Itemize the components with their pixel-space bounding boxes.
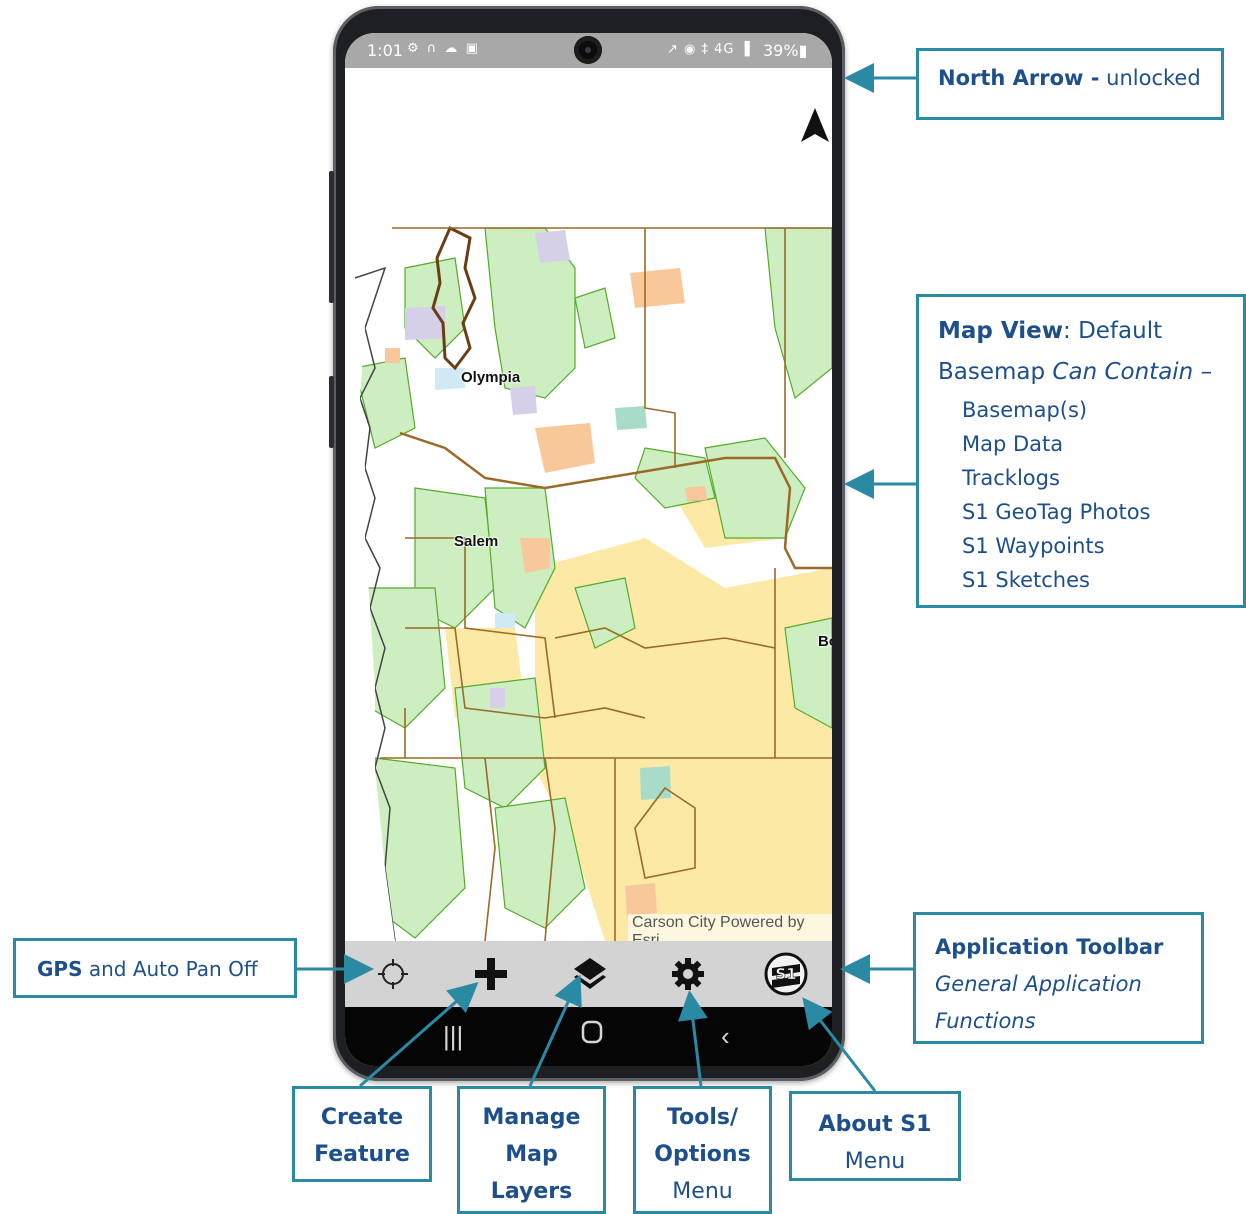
recent-apps-icon[interactable]: ||| bbox=[443, 1021, 463, 1052]
callout-manage-layers: Manage Map Layers bbox=[457, 1086, 606, 1214]
map-view[interactable]: Olympia Salem Bo Carson City Powered by … bbox=[345, 68, 832, 941]
battery-level: 39%▮ bbox=[763, 41, 808, 60]
phone-frame: 1:01 ⚙ ∩ ☁ ▣ ↗ ◉ ‡ 4G ▐ 39%▮ Olympia Sal… bbox=[329, 6, 845, 1081]
state-land-region bbox=[385, 348, 400, 363]
layers-icon bbox=[574, 958, 606, 989]
back-icon[interactable]: ‹ bbox=[721, 1021, 730, 1052]
crosshair-icon bbox=[378, 959, 408, 989]
manage-layers-button[interactable] bbox=[567, 951, 613, 997]
reserve-region bbox=[535, 230, 570, 263]
notification-icons: ⚙ ∩ ☁ ▣ bbox=[407, 41, 480, 56]
front-camera bbox=[574, 36, 602, 64]
callout-about-s1: About S1 Menu bbox=[789, 1091, 961, 1181]
phone-screen: 1:01 ⚙ ∩ ☁ ▣ ↗ ◉ ‡ 4G ▐ 39%▮ Olympia Sal… bbox=[345, 33, 832, 1066]
north-arrow-icon[interactable] bbox=[801, 108, 829, 142]
reserve-region bbox=[405, 306, 445, 340]
callout-tools-options: Tools/ Options Menu bbox=[633, 1086, 772, 1214]
callout-gps: GPS and Auto Pan Off bbox=[13, 938, 297, 998]
callout-north-arrow: North Arrow - unlocked bbox=[916, 48, 1224, 120]
state-land-region bbox=[685, 486, 707, 502]
status-bar: 1:01 ⚙ ∩ ☁ ▣ ↗ ◉ ‡ 4G ▐ 39%▮ bbox=[345, 33, 832, 68]
map-label-salem: Salem bbox=[454, 533, 499, 550]
reserve-region bbox=[510, 386, 537, 415]
status-time: 1:01 bbox=[367, 41, 403, 60]
signal-icons: ↗ ◉ ‡ 4G ▐ bbox=[667, 42, 751, 57]
power-button bbox=[329, 376, 334, 448]
state-land-region bbox=[625, 883, 657, 916]
svg-text:S1: S1 bbox=[775, 965, 796, 983]
basemap[interactable] bbox=[345, 68, 832, 941]
state-land-region bbox=[520, 538, 550, 573]
callout-create-feature: Create Feature bbox=[292, 1086, 432, 1182]
tools-options-button[interactable] bbox=[665, 951, 711, 997]
plus-icon bbox=[475, 958, 507, 990]
state-land-region bbox=[630, 268, 685, 308]
android-navigation-bar: ||| ‹ bbox=[345, 1007, 832, 1066]
water-region bbox=[640, 766, 671, 800]
volume-button bbox=[329, 171, 334, 303]
callout-map-view: Map View: Default Basemap Can Contain – … bbox=[916, 294, 1246, 608]
reserve-region bbox=[490, 688, 505, 708]
gps-button[interactable] bbox=[370, 951, 416, 997]
map-view-item: S1 Sketches bbox=[962, 568, 1090, 592]
s1-logo-icon: S1 bbox=[764, 952, 808, 996]
application-toolbar: S1 bbox=[345, 941, 832, 1007]
map-view-item: Tracklogs bbox=[962, 466, 1060, 490]
map-attribution: Carson City Powered by Esri bbox=[628, 914, 832, 941]
water-region bbox=[615, 406, 647, 430]
map-view-item: S1 GeoTag Photos bbox=[962, 500, 1151, 524]
about-s1-button[interactable]: S1 bbox=[763, 951, 809, 997]
water-region bbox=[495, 613, 515, 628]
home-icon[interactable] bbox=[581, 1020, 603, 1051]
map-view-item: Basemap(s) bbox=[962, 398, 1088, 422]
callout-application-toolbar: Application Toolbar General Application … bbox=[913, 912, 1204, 1044]
map-view-item: S1 Waypoints bbox=[962, 534, 1105, 558]
map-label-olympia: Olympia bbox=[461, 369, 521, 386]
map-view-item: Map Data bbox=[962, 432, 1064, 456]
gear-icon bbox=[672, 958, 704, 990]
create-feature-button[interactable] bbox=[468, 951, 514, 997]
map-label-edge: Bo bbox=[818, 633, 832, 650]
